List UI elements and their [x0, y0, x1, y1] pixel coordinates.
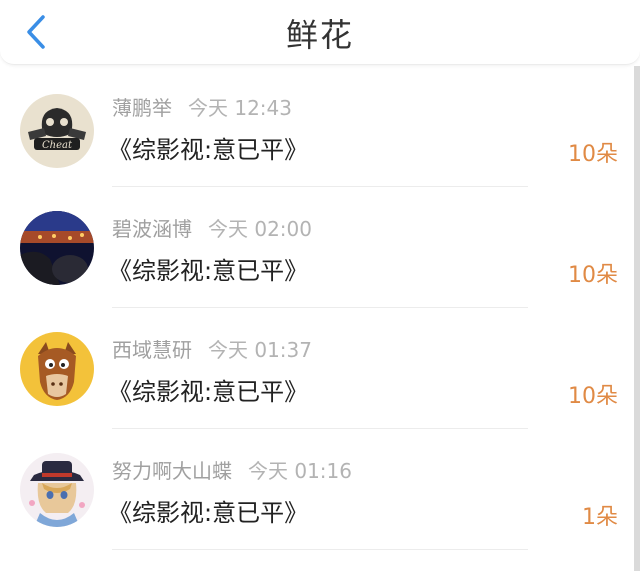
list-item[interactable]: 西域慧研 今天 01:37 《综影视:意已平》 10朵 [0, 308, 634, 429]
user-name: 西域慧研 [112, 338, 192, 362]
user-name: 努力啊大山蝶 [112, 459, 232, 483]
timestamp: 今天 12:43 [188, 96, 292, 120]
book-title[interactable]: 《综影视:意已平》 [108, 251, 308, 286]
flower-count: 10朵 [568, 263, 618, 288]
item-meta: 薄鹏举 今天 12:43 [112, 92, 292, 121]
item-meta: 碧波涵博 今天 02:00 [112, 213, 312, 242]
scrollbar[interactable] [634, 66, 640, 571]
item-meta: 西域慧研 今天 01:37 [112, 334, 312, 363]
list-item[interactable]: 碧波涵博 今天 02:00 《综影视:意已平》 10朵 [0, 187, 634, 308]
book-title[interactable]: 《综影视:意已平》 [108, 493, 308, 528]
avatar[interactable] [20, 332, 94, 406]
flowers-page: 鲜花 Cheat 薄鹏举 今天 12:43 《综影视:意已平》 10朵 碧波涵博… [0, 0, 640, 571]
item-meta: 努力啊大山蝶 今天 01:16 [112, 455, 352, 484]
timestamp: 今天 02:00 [208, 217, 312, 241]
avatar-city-night-image [20, 211, 94, 285]
avatar[interactable]: Cheat [20, 94, 94, 168]
user-name: 薄鹏举 [112, 96, 172, 120]
list-item[interactable]: 努力啊大山蝶 今天 01:16 《综影视:意已平》 1朵 [0, 429, 634, 550]
book-title[interactable]: 《综影视:意已平》 [108, 130, 308, 165]
avatar-horse-cartoon-image [20, 332, 94, 406]
user-name: 碧波涵博 [112, 217, 192, 241]
timestamp: 今天 01:16 [248, 459, 352, 483]
divider [112, 549, 528, 550]
top-bar: 鲜花 [0, 0, 640, 65]
flower-count: 10朵 [568, 142, 618, 167]
avatar-skull-image: Cheat [20, 94, 94, 168]
svg-text:Cheat: Cheat [42, 140, 73, 151]
page-title: 鲜花 [285, 16, 354, 54]
timestamp: 今天 01:37 [208, 338, 312, 362]
avatar[interactable] [20, 453, 94, 527]
flower-count: 10朵 [568, 384, 618, 409]
flower-count: 1朵 [582, 505, 618, 530]
list-item[interactable]: Cheat 薄鹏举 今天 12:43 《综影视:意已平》 10朵 [0, 66, 634, 187]
avatar-anime-character-image [20, 453, 94, 527]
avatar[interactable] [20, 211, 94, 285]
book-title[interactable]: 《综影视:意已平》 [108, 372, 308, 407]
